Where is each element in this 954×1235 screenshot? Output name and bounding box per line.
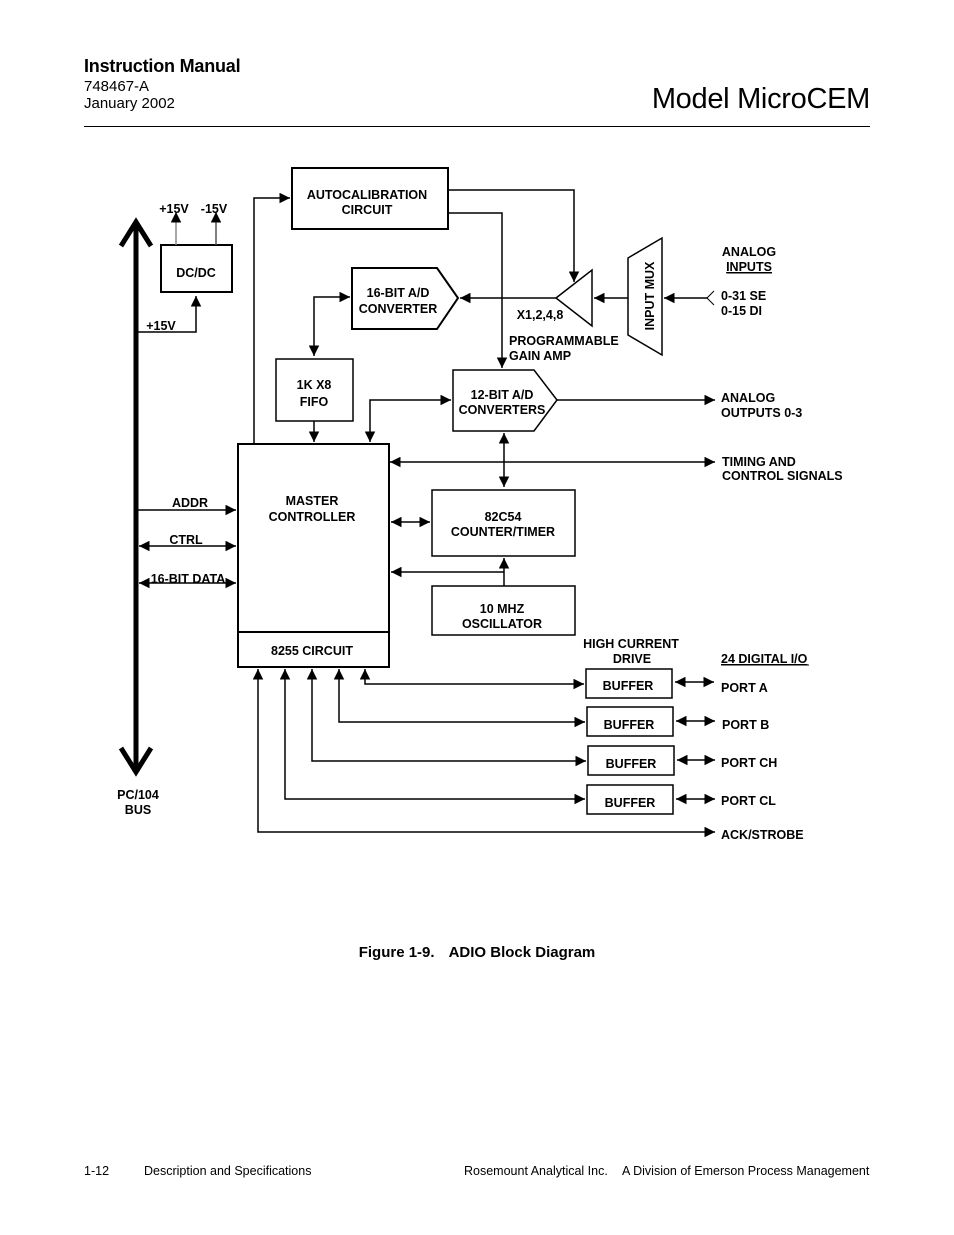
oscillator-label-1: 10 MHZ (480, 602, 525, 616)
fifo-adc16-link (308, 291, 350, 356)
buffer-label: BUFFER (606, 757, 657, 771)
port-label: PORT A (721, 681, 768, 695)
dcdc-pos-out-label: +15V (159, 202, 189, 216)
addr-label: ADDR (172, 496, 208, 510)
buffer-row-cl: BUFFER PORT CL (279, 669, 776, 815)
adc12-label-2: CONVERTERS (459, 403, 546, 417)
autocal-to-adc12-line (448, 212, 508, 368)
master-adc12-link (364, 394, 451, 442)
bus-label-1: PC/104 (117, 788, 159, 802)
adc16-label-2: CONVERTER (359, 302, 437, 316)
analog-inputs-title-2: INPUTS (726, 260, 772, 274)
buffer-row-b: BUFFER PORT B (333, 669, 769, 737)
figure-number: Figure 1-9. (358, 944, 435, 961)
buffer-label: BUFFER (603, 679, 654, 693)
master-label-1: MASTER (286, 494, 339, 508)
pc104-bus-arrow (118, 217, 154, 777)
analog-inputs-se: 0-31 SE (721, 289, 766, 303)
autocal-to-pga-line (448, 189, 580, 282)
input-connector-icon (706, 290, 715, 306)
input-mux-label: INPUT MUX (643, 261, 657, 330)
port-label: PORT CL (721, 794, 776, 808)
master-label-2: CONTROLLER (269, 510, 356, 524)
pga-label-1: PROGRAMMABLE (509, 334, 619, 348)
footer-page-number: 1-12 (84, 1164, 110, 1178)
footer-company: Rosemount Analytical Inc. (464, 1164, 608, 1178)
dcdc-label: DC/DC (176, 266, 216, 280)
analog-outputs-label-1: ANALOG (721, 391, 775, 405)
8255-to-buffer-a-line (359, 669, 584, 690)
analog-outputs-label-2: OUTPUTS 0-3 (721, 406, 802, 420)
ctrl-label: CTRL (169, 533, 203, 547)
circuit-8255-label: 8255 CIRCUIT (271, 644, 353, 658)
oscillator-label-2: OSCILLATOR (462, 617, 542, 631)
timing-label-1: TIMING AND (722, 455, 796, 469)
fifo-label-2: FIFO (300, 395, 329, 409)
master-to-autocal-line (253, 192, 290, 444)
digital-io-title: 24 DIGITAL I/O (721, 652, 808, 666)
adc16-label-1: 16-BIT A/D (367, 286, 430, 300)
ack-strobe-label: ACK/STROBE (721, 828, 804, 842)
figure-caption: Figure 1-9. ADIO Block Diagram (0, 944, 954, 961)
autocal-label-1: AUTOCALIBRATION (307, 188, 427, 202)
timing-label-2: CONTROL SIGNALS (722, 469, 843, 483)
bus-label-2: BUS (125, 803, 151, 817)
drive-label-2: DRIVE (613, 652, 651, 666)
drive-label-1: HIGH CURRENT (583, 637, 679, 651)
dcdc-neg-out-label: -15V (201, 202, 228, 216)
analog-inputs-title-1: ANALOG (722, 245, 776, 259)
data-label: 16-BIT DATA (151, 572, 226, 586)
buffer-label: BUFFER (604, 718, 655, 732)
autocal-label-2: CIRCUIT (342, 203, 393, 217)
8255-to-buffer-b-line (333, 669, 585, 728)
8255-to-buffer-ch-line (306, 669, 586, 767)
8255-to-buffer-cl-line (279, 669, 585, 805)
adio-block-diagram: PC/104 BUS DC/DC +15V -15V +15V AUTOCALI… (117, 167, 843, 842)
port-label: PORT CH (721, 756, 777, 770)
counter-label-2: COUNTER/TIMER (451, 525, 555, 539)
figure-title: ADIO Block Diagram (448, 944, 596, 961)
counter-label-1: 82C54 (485, 510, 522, 524)
buffer-row-a: BUFFER PORT A (359, 668, 768, 699)
analog-inputs-di: 0-15 DI (721, 304, 762, 318)
fifo-label-1: 1K X8 (297, 378, 332, 392)
dcdc-input-label: +15V (146, 319, 176, 333)
master-controller-box (237, 443, 390, 633)
buffer-label: BUFFER (605, 796, 656, 810)
footer-division: A Division of Emerson Process Management (622, 1164, 870, 1178)
adc12-label-1: 12-BIT A/D (471, 388, 534, 402)
port-label: PORT B (722, 718, 769, 732)
pga-gain-label: X1,2,4,8 (517, 308, 564, 322)
pga-label-2: GAIN AMP (509, 349, 571, 363)
footer-section: Description and Specifications (144, 1164, 312, 1178)
